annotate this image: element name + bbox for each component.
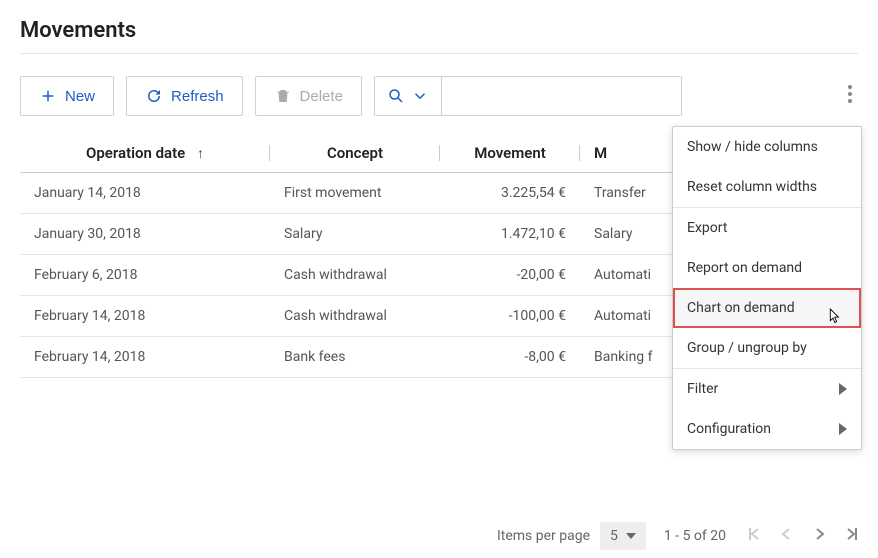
refresh-icon — [145, 87, 163, 105]
delete-button-label: Delete — [300, 88, 343, 105]
chevron-down-icon — [411, 87, 429, 105]
menu-report-on-demand[interactable]: Report on demand — [673, 248, 861, 288]
chevron-right-icon — [812, 527, 826, 541]
menu-filter[interactable]: Filter — [673, 369, 861, 409]
refresh-button-label: Refresh — [171, 88, 224, 105]
table-footer: Items per page 5 1 - 5 of 20 — [497, 522, 862, 550]
search-icon — [387, 87, 405, 105]
page-range: 1 - 5 of 20 — [664, 528, 726, 544]
col-header-concept[interactable]: Concept — [270, 134, 440, 173]
cell-concept: First movement — [270, 173, 440, 214]
next-page-button[interactable] — [808, 523, 830, 549]
first-page-icon — [748, 527, 762, 541]
refresh-button[interactable]: Refresh — [126, 76, 243, 116]
items-per-page-select[interactable]: 5 — [600, 522, 646, 550]
trash-icon — [274, 87, 292, 105]
prev-page-button[interactable] — [776, 523, 798, 549]
cell-date: February 14, 2018 — [20, 337, 270, 378]
cell-amount: 3.225,54 € — [440, 173, 580, 214]
items-per-page-label: Items per page — [497, 528, 590, 544]
menu-export[interactable]: Export — [673, 208, 861, 248]
cell-concept: Cash withdrawal — [270, 255, 440, 296]
plus-icon — [39, 87, 57, 105]
first-page-button[interactable] — [744, 523, 766, 549]
menu-configuration[interactable]: Configuration — [673, 409, 861, 449]
page-title: Movements — [20, 18, 858, 43]
last-page-button[interactable] — [840, 523, 862, 549]
new-button-label: New — [65, 88, 95, 105]
cell-concept: Salary — [270, 214, 440, 255]
menu-show-hide-columns[interactable]: Show / hide columns — [673, 127, 861, 167]
new-button[interactable]: New — [20, 76, 114, 116]
cell-amount: 1.472,10 € — [440, 214, 580, 255]
col-header-movement[interactable]: Movement — [440, 134, 580, 173]
cell-amount: -100,00 € — [440, 296, 580, 337]
chevron-right-icon — [839, 423, 847, 435]
col-header-date[interactable]: Operation date ↑ — [20, 134, 270, 173]
cell-concept: Cash withdrawal — [270, 296, 440, 337]
chevron-right-icon — [839, 383, 847, 395]
search-dropdown-button[interactable] — [375, 77, 441, 115]
search-group — [374, 76, 682, 116]
cell-date: February 14, 2018 — [20, 296, 270, 337]
context-menu: Show / hide columns Reset column widths … — [672, 126, 862, 450]
cell-concept: Bank fees — [270, 337, 440, 378]
menu-chart-on-demand[interactable]: Chart on demand — [673, 288, 861, 328]
caret-down-icon — [626, 533, 636, 539]
sort-asc-icon: ↑ — [197, 146, 204, 162]
toolbar: New Refresh Delete — [20, 76, 858, 116]
menu-reset-widths[interactable]: Reset column widths — [673, 167, 861, 208]
divider — [20, 53, 858, 54]
cell-amount: -8,00 € — [440, 337, 580, 378]
cell-amount: -20,00 € — [440, 255, 580, 296]
more-menu-button[interactable] — [842, 77, 858, 115]
menu-group-ungroup[interactable]: Group / ungroup by — [673, 328, 861, 369]
cell-date: January 14, 2018 — [20, 173, 270, 214]
delete-button: Delete — [255, 76, 362, 116]
cell-date: January 30, 2018 — [20, 214, 270, 255]
last-page-icon — [844, 527, 858, 541]
items-per-page-value: 5 — [610, 528, 618, 544]
search-input[interactable] — [441, 77, 681, 115]
cell-date: February 6, 2018 — [20, 255, 270, 296]
chevron-left-icon — [780, 527, 794, 541]
more-vertical-icon — [848, 85, 852, 103]
